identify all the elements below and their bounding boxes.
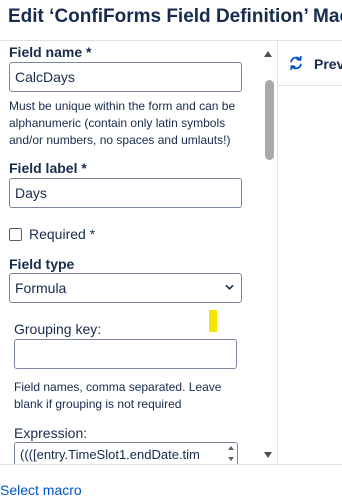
required-label: Required * [29,226,96,242]
scrollbar-thumb[interactable] [265,80,274,160]
grouping-key-input[interactable] [14,339,237,369]
field-type-value: Formula [15,280,67,296]
preview-divider [278,85,342,86]
field-name-label: Field name * [9,44,92,60]
pane-divider [277,41,278,464]
chevron-down-icon [225,284,234,290]
dialog-title: Edit ‘ConfiForms Field Definition’ Macro [8,6,342,27]
scroll-down-arrow-icon[interactable] [264,452,272,458]
scroll-up-arrow-icon[interactable] [228,446,234,450]
field-label-label: Field label * [9,160,87,176]
preview-label[interactable]: Preview [314,56,342,72]
required-checkbox[interactable] [9,228,22,241]
field-name-input[interactable]: CalcDays [9,62,242,92]
form-scrollbar[interactable] [262,49,276,460]
expression-label: Expression: [14,425,88,441]
refresh-icon[interactable] [288,55,304,71]
preview-pane: Preview [278,41,342,86]
field-label-input[interactable]: Days [9,178,242,208]
footer-divider [0,464,342,465]
field-name-help: Must be unique within the form and can b… [9,99,236,147]
macro-parameters-pane: Field name * CalcDays Must be unique wit… [0,41,262,464]
grouping-key-help: Field names, comma separated. Leave blan… [14,380,222,411]
scroll-up-arrow-icon[interactable] [264,51,272,57]
scroll-down-arrow-icon[interactable] [228,457,234,461]
select-macro-link[interactable]: Select macro [0,482,82,498]
dialog-header: Edit ‘ConfiForms Field Definition’ Macro [0,0,342,40]
grouping-key-label: Grouping key: [14,321,102,337]
highlight-marker [209,310,217,332]
field-type-select[interactable]: Formula [9,273,242,303]
field-type-label: Field type [9,256,75,272]
expression-textarea[interactable]: ((([entry.TimeSlot1.endDate.tim [14,442,238,464]
expression-scrollbar[interactable] [228,444,236,464]
